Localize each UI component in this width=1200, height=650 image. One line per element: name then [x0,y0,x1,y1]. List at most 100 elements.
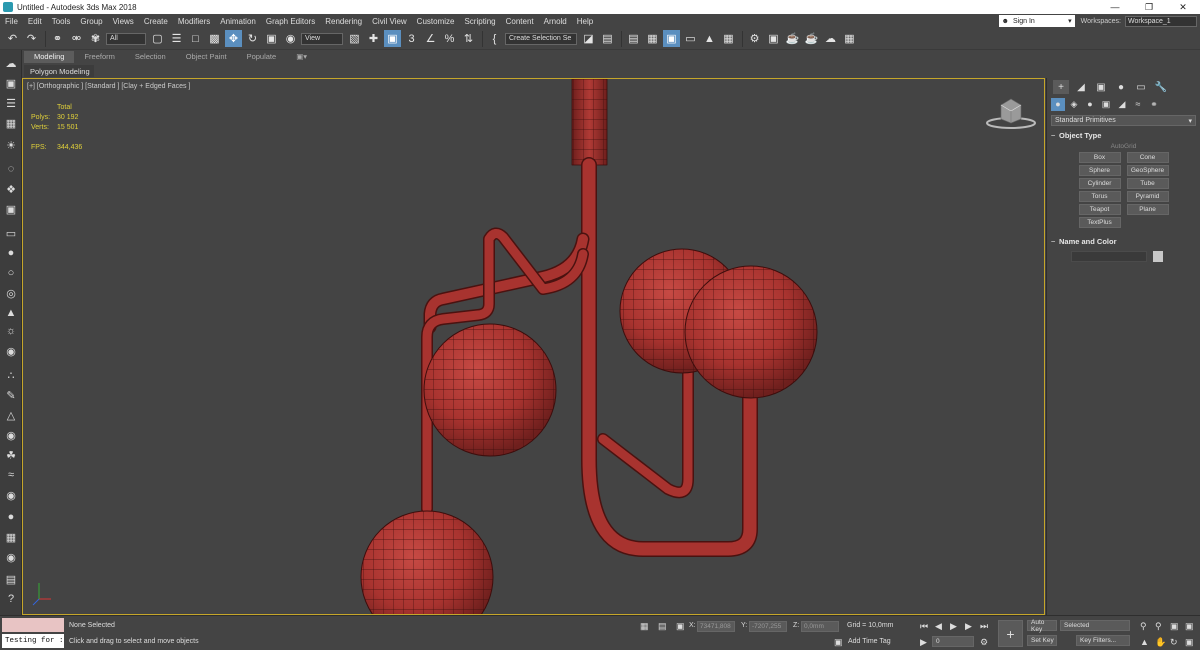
lights-icon[interactable]: ● [1083,98,1097,111]
utilities-tab-icon[interactable]: 🔧 [1153,80,1169,94]
redo-icon[interactable]: ↷ [23,30,40,47]
viewport-layout-icon[interactable]: ☁ [3,56,19,70]
rectangular-selection-icon[interactable]: □ [187,30,204,47]
spinner-snap-icon[interactable]: ⇅ [460,30,477,47]
helpers-icon[interactable]: ◢ [1115,98,1129,111]
systems-icon[interactable]: ⚭ [1147,98,1161,111]
lock-icon[interactable]: ▤ [3,572,19,586]
hierarchy-tab-icon[interactable]: ▣ [1093,80,1109,94]
selection-lock-icon[interactable]: ▤ [658,621,667,632]
maxscript-listener-input[interactable]: Testing for : [2,634,64,648]
perspective-viewport[interactable]: [+] [Orthographic ] [Standard ] [Clay + … [22,78,1045,615]
selection-filter-dropdown[interactable]: All [106,32,146,45]
create-tab-icon[interactable]: + [1053,80,1069,94]
named-selection-dropdown[interactable]: Create Selection Se [505,32,577,45]
bind-space-warp-icon[interactable]: ✾ [87,30,104,47]
menu-scripting[interactable]: Scripting [459,17,500,26]
render-production-icon[interactable]: ☕ [784,30,801,47]
next-frame-icon[interactable]: ▶ [965,621,972,632]
add-time-tag[interactable]: Add Time Tag [848,638,891,645]
key-set-dropdown[interactable]: Selected [1060,620,1130,631]
percent-snap-icon[interactable]: % [441,30,458,47]
menu-civil-view[interactable]: Civil View [367,17,412,26]
container-icon[interactable]: ▣ [3,76,19,90]
geometry-icon[interactable]: ● [1051,97,1065,111]
sphere-button[interactable]: Sphere [1078,165,1121,176]
previous-frame-icon[interactable]: ◀ [935,621,942,632]
ribbon-tab-modeling[interactable]: Modeling [24,50,75,63]
select-object-icon[interactable]: ▢ [149,30,166,47]
key-filters-button[interactable]: Key Filters... [1076,635,1130,646]
tube-button[interactable]: Tube [1126,178,1169,189]
box-primitive-icon[interactable]: ▭ [3,226,19,240]
angle-snap-icon[interactable]: ∠ [422,30,439,47]
paint-icon[interactable]: ✎ [3,388,19,402]
isolate-selection-icon[interactable]: ▦ [640,621,649,632]
render-icon[interactable]: ▦ [3,530,19,544]
menu-create[interactable]: Create [139,17,173,26]
cylinder-button[interactable]: Cylinder [1078,178,1121,189]
menu-tools[interactable]: Tools [47,17,76,26]
particles-icon[interactable]: ∴ [3,368,19,382]
pivot-point-icon[interactable]: ▧ [346,30,363,47]
sign-in-dropdown[interactable]: ☻ Sign In ▾ [998,15,1075,27]
ribbon-options-icon[interactable]: ▣▾ [286,51,317,63]
edit-named-selection-icon[interactable]: { [486,30,503,47]
cone-button[interactable]: Cone [1126,152,1169,163]
autogrid-checkbox[interactable]: AutoGrid [1051,143,1196,150]
list-icon[interactable]: ☰ [3,96,19,110]
absolute-mode-icon[interactable]: ▣ [676,621,685,632]
pan-icon[interactable]: ✋ [1155,637,1166,648]
cone-primitive-icon[interactable]: ● [3,246,19,260]
geosphere-button[interactable]: GeoSphere [1126,165,1169,176]
ribbon-tab-object-paint[interactable]: Object Paint [176,51,237,63]
schematic-view-icon[interactable]: ▲ [701,30,718,47]
torus-primitive-icon[interactable]: ◎ [3,286,19,300]
auto-key-button[interactable]: Auto Key [1027,619,1057,633]
cloth-icon[interactable]: ◉ [3,488,19,502]
z-coord-field[interactable]: 0,0mm [801,621,839,632]
maxscript-listener-output[interactable] [2,618,64,632]
isolate-icon[interactable]: ◌ [3,162,19,176]
menu-rendering[interactable]: Rendering [320,17,367,26]
sun-icon[interactable]: ☼ [3,324,19,338]
plane-button[interactable]: Plane [1126,204,1169,215]
minimize-button[interactable]: — [1098,2,1132,12]
menu-animation[interactable]: Animation [215,17,261,26]
space-warps-icon[interactable]: ≈ [1131,98,1145,111]
polygon-modeling-panel[interactable]: Polygon Modeling [24,65,94,77]
teapot-button[interactable]: Teapot [1078,204,1121,215]
mirror-icon[interactable]: ◪ [580,30,597,47]
display-tab-icon[interactable]: ▭ [1133,80,1149,94]
help-icon[interactable]: ? [3,592,19,606]
pyramid-button[interactable]: Pyramid [1126,191,1169,202]
shapes-icon[interactable]: ◈ [1067,98,1081,111]
render-iterative-icon[interactable]: ☕ [803,30,820,47]
menu-arnold[interactable]: Arnold [539,17,572,26]
textplus-button[interactable]: TextPlus [1078,217,1121,228]
menu-edit[interactable]: Edit [23,17,47,26]
align-icon[interactable]: ▤ [599,30,616,47]
select-by-name-icon[interactable]: ☰ [168,30,185,47]
network-icon[interactable]: △ [3,408,19,422]
motion-tab-icon[interactable]: ● [1113,80,1129,94]
maximize-button[interactable]: ❐ [1132,2,1166,13]
scene-icon[interactable]: ◉ [3,550,19,564]
viewport-label-menu[interactable]: [+] [Orthographic ] [Standard ] [Clay + … [27,83,190,90]
light-icon[interactable]: ☀ [3,138,19,152]
zoom-extents-all-icon[interactable]: ▣ [1185,621,1194,632]
unlink-icon[interactable]: ⚮ [68,30,85,47]
scene-explorer-icon[interactable]: ▤ [625,30,642,47]
rendered-frame-window-icon[interactable]: ▣ [765,30,782,47]
select-and-scale-icon[interactable]: ▣ [263,30,280,47]
select-manipulate-icon[interactable]: ✚ [365,30,382,47]
zoom-extents-icon[interactable]: ▣ [1170,621,1179,632]
zoom-icon[interactable]: ⚲ [1140,621,1147,632]
material-sphere-icon[interactable]: ● [3,510,19,524]
menu-graph-editors[interactable]: Graph Editors [261,17,320,26]
menu-help[interactable]: Help [572,17,598,26]
name-and-color-header[interactable]: − Name and Color [1051,236,1196,247]
cameras-icon[interactable]: ▣ [1099,98,1113,111]
zoom-all-icon[interactable]: ⚲ [1155,621,1162,632]
maximize-viewport-icon[interactable]: ▣ [1185,637,1194,648]
